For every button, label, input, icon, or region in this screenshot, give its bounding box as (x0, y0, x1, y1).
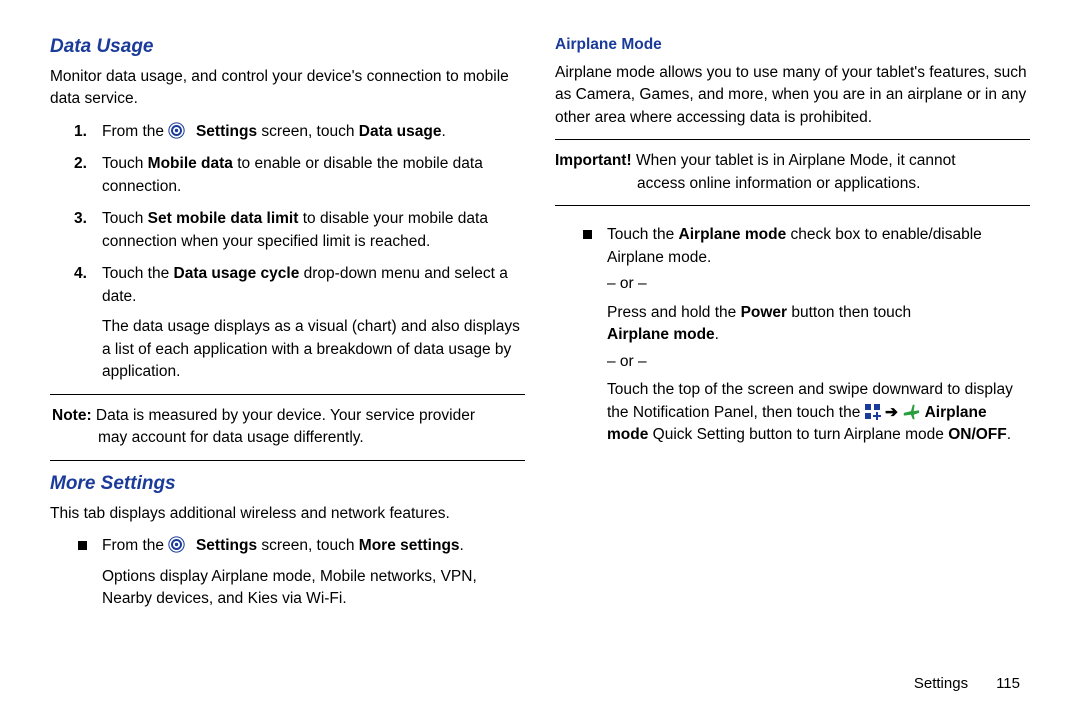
settings-gear-icon (168, 536, 185, 553)
important-label: Important! (555, 152, 632, 169)
footer-section: Settings (914, 675, 968, 692)
important-text: When your tablet is in Airplane Mode, it… (632, 152, 956, 169)
footer-page-number: 115 (996, 675, 1020, 692)
step-3: 3. Touch Set mobile data limit to disabl… (102, 208, 525, 253)
more-settings-intro: This tab displays additional wireless an… (50, 503, 525, 525)
rule (50, 394, 525, 395)
right-column: Airplane Mode Airplane mode allows you t… (555, 36, 1030, 700)
step-2: 2. Touch Mobile data to enable or disabl… (102, 153, 525, 198)
or-separator: – or – (607, 273, 1030, 295)
step-4-paragraph: The data usage displays as a visual (cha… (102, 316, 525, 383)
step-1: 1. From the Settings screen, touch Data … (102, 121, 525, 143)
rule (555, 139, 1030, 140)
note-block: Note: Data is measured by your device. Y… (50, 405, 525, 450)
note-text-cont: may account for data usage differently. (52, 427, 525, 449)
step-4: 4. Touch the Data usage cycle drop-down … (102, 263, 525, 383)
settings-gear-icon (168, 122, 185, 139)
data-usage-steps: 1. From the Settings screen, touch Data … (50, 121, 525, 384)
airplane-bullets: Touch the Airplane mode check box to ena… (555, 224, 1030, 446)
page-footer: Settings 115 (914, 675, 1020, 692)
more-settings-bullet: From the Settings screen, touch More set… (102, 535, 525, 610)
data-usage-intro: Monitor data usage, and control your dev… (50, 66, 525, 111)
step-number: 3. (74, 208, 87, 230)
airplane-bullet: Touch the Airplane mode check box to ena… (607, 224, 1030, 446)
step-text: From the Settings screen, touch Data usa… (102, 123, 446, 140)
bullet-line-2: Press and hold the Power button then tou… (607, 302, 1030, 347)
airplane-icon (902, 403, 920, 421)
note-label: Note: (52, 407, 92, 424)
airplane-mode-heading: Airplane Mode (555, 36, 1030, 54)
bullet-line-1: Touch the Airplane mode check box to ena… (607, 224, 1030, 269)
left-column: Data Usage Monitor data usage, and contr… (50, 36, 525, 700)
or-separator: – or – (607, 351, 1030, 373)
data-usage-heading: Data Usage (50, 36, 525, 58)
more-settings-heading: More Settings (50, 473, 525, 495)
step-text: Touch Set mobile data limit to disable y… (102, 210, 488, 249)
bullet-line-3: Touch the top of the screen and swipe do… (607, 379, 1030, 446)
important-block: Important! When your tablet is in Airpla… (555, 150, 1030, 195)
step-number: 4. (74, 263, 87, 285)
manual-page: Data Usage Monitor data usage, and contr… (0, 0, 1080, 720)
airplane-mode-intro: Airplane mode allows you to use many of … (555, 62, 1030, 129)
important-text-cont: access online information or application… (555, 173, 1030, 195)
notification-grid-icon (865, 404, 881, 420)
step-text: Touch Mobile data to enable or disable t… (102, 155, 483, 194)
note-text: Data is measured by your device. Your se… (92, 407, 475, 424)
step-text: Touch the Data usage cycle drop-down men… (102, 265, 508, 304)
bullet-text: From the Settings screen, touch More set… (102, 537, 464, 554)
more-settings-bullets: From the Settings screen, touch More set… (50, 535, 525, 610)
arrow-right-icon: ➔ (885, 404, 902, 421)
more-settings-bullet-para: Options display Airplane mode, Mobile ne… (102, 566, 525, 611)
step-number: 2. (74, 153, 87, 175)
rule (555, 205, 1030, 206)
step-number: 1. (74, 121, 87, 143)
rule (50, 460, 525, 461)
